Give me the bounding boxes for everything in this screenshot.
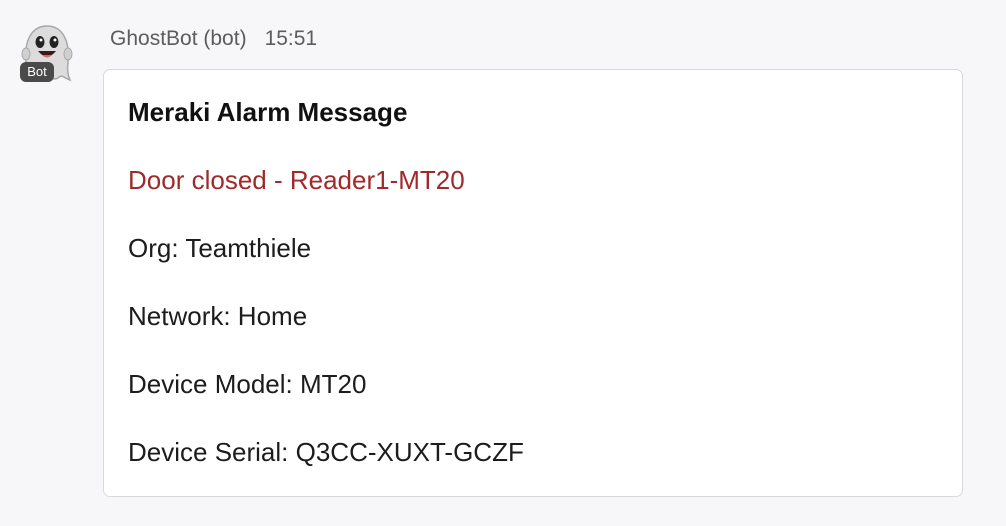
network-field: Network: Home <box>128 301 308 331</box>
message-header: GhostBot (bot) 15:51 <box>110 26 317 52</box>
message-timestamp: 15:51 <box>264 27 318 50</box>
card-title: Meraki Alarm Message <box>128 97 408 127</box>
avatar[interactable]: Bot <box>18 22 76 84</box>
chat-message: Bot GhostBot (bot) 15:51 Meraki Alarm Me… <box>0 0 1006 526</box>
sender-name[interactable]: GhostBot (bot) <box>110 27 247 51</box>
adaptive-card: Meraki Alarm Message Door closed - Reade… <box>103 69 963 497</box>
device-model-field: Device Model: MT20 <box>128 369 367 399</box>
device-serial-field: Device Serial: Q3CC-XUXT-GCZF <box>128 437 524 467</box>
alarm-text: Door closed - Reader1-MT20 <box>128 165 465 195</box>
bot-badge: Bot <box>20 62 54 82</box>
org-field: Org: Teamthiele <box>128 233 312 263</box>
